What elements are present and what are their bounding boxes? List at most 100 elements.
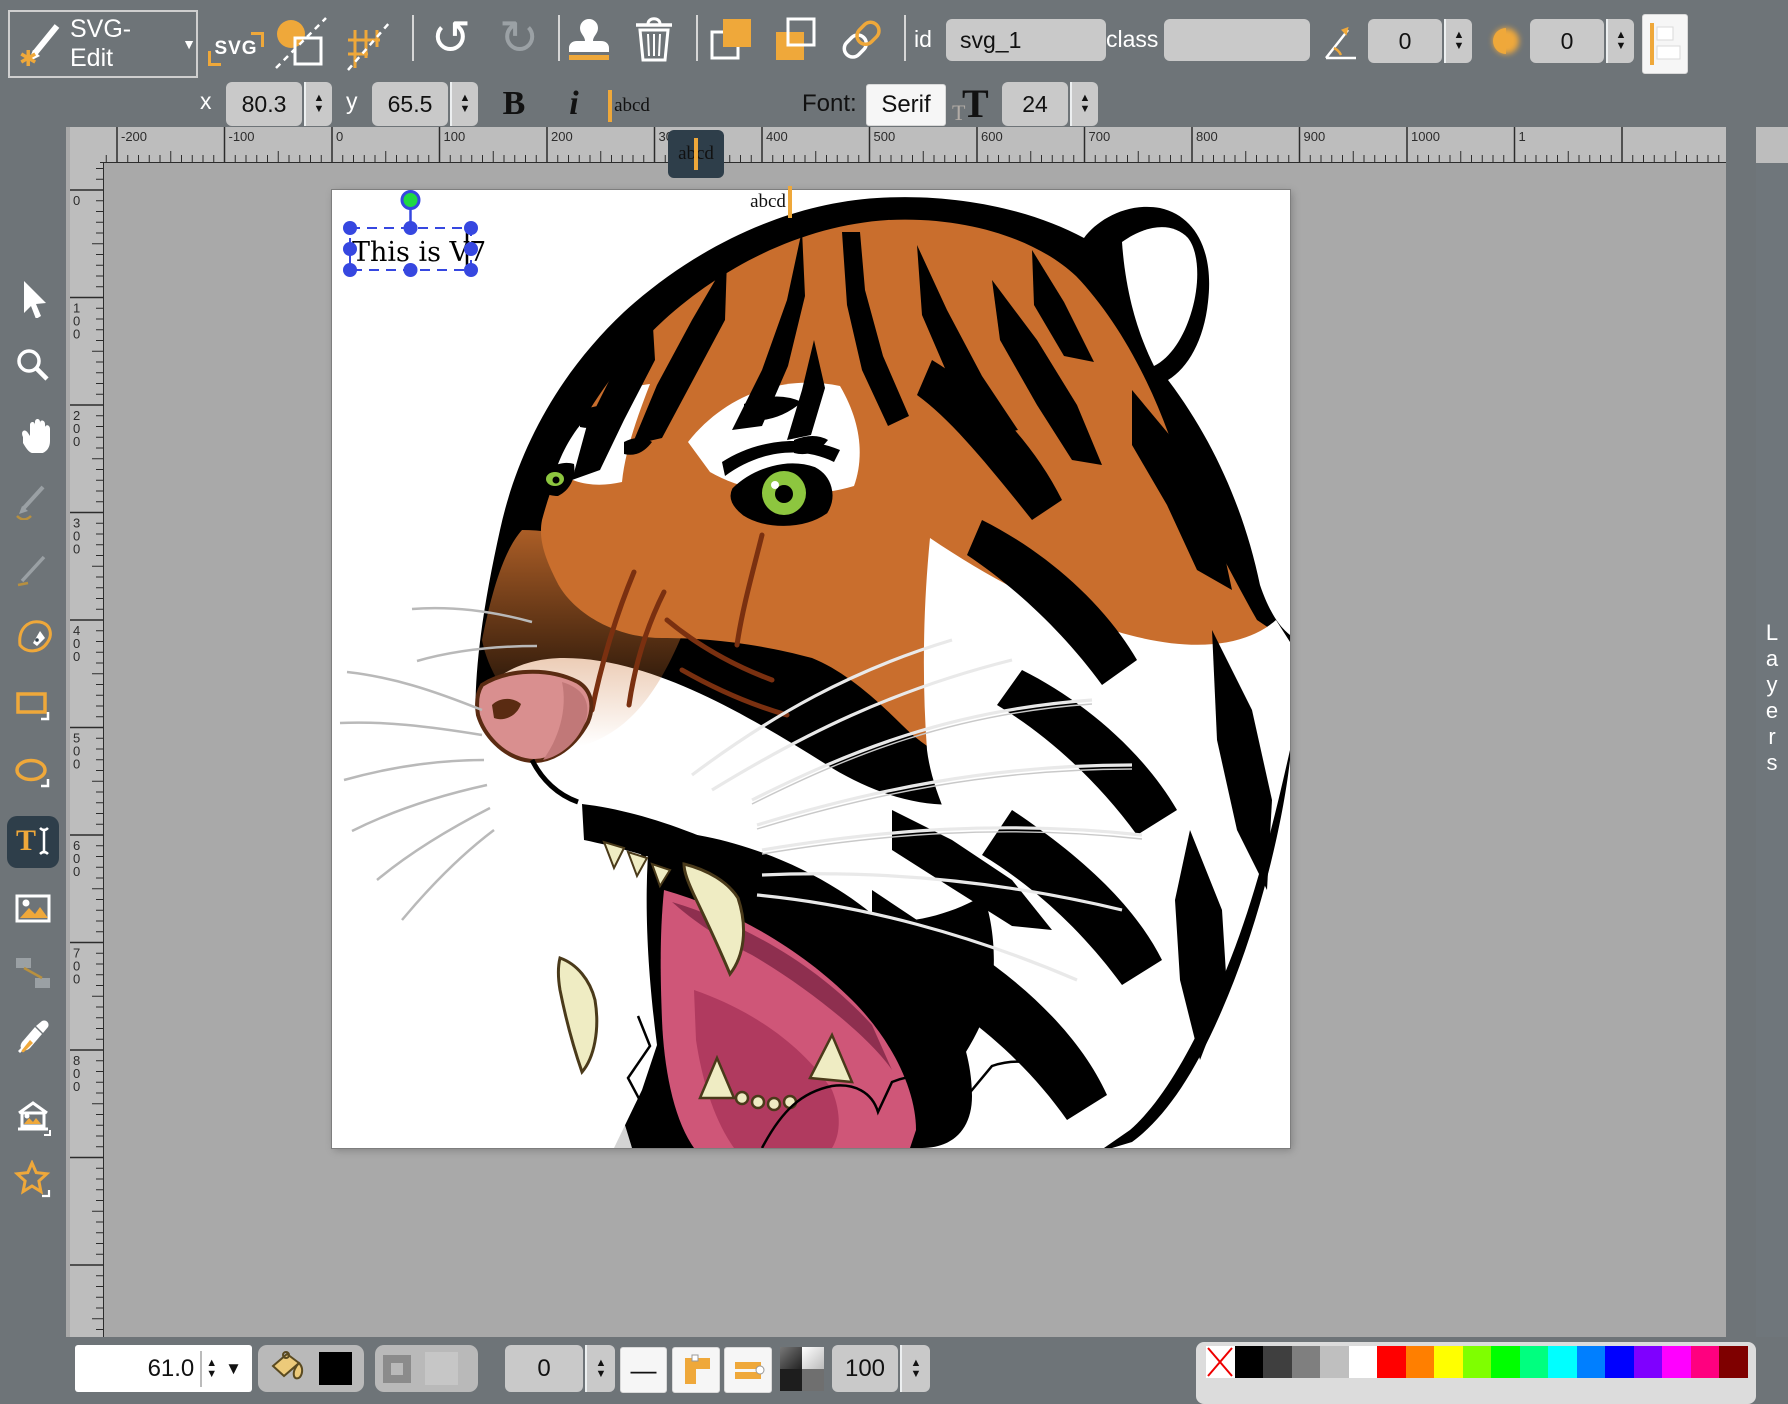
svg-source-button[interactable]: SVG bbox=[208, 30, 264, 68]
palette-swatch[interactable] bbox=[1263, 1346, 1292, 1378]
palette-swatch[interactable] bbox=[1577, 1346, 1606, 1378]
svg-text:0: 0 bbox=[73, 649, 80, 664]
bold-button[interactable]: B bbox=[492, 82, 536, 126]
svg-text:0: 0 bbox=[73, 757, 80, 772]
ruler-corner bbox=[70, 127, 100, 163]
redo-button[interactable]: ↻ bbox=[492, 8, 546, 68]
palette-swatch[interactable] bbox=[1520, 1346, 1549, 1378]
anchor-start-label: abcd bbox=[614, 95, 650, 117]
undo-button[interactable]: ↺ bbox=[424, 8, 478, 68]
clone-button[interactable] bbox=[563, 14, 615, 66]
stroke-style-button[interactable]: — bbox=[620, 1347, 667, 1393]
anchor-end-label: abcd bbox=[750, 191, 786, 213]
tool-zoom[interactable] bbox=[7, 340, 59, 392]
palette-swatch[interactable] bbox=[1605, 1346, 1634, 1378]
font-size-spinner[interactable]: ▲▼ bbox=[1070, 82, 1098, 126]
y-spinner[interactable]: ▲▼ bbox=[450, 82, 478, 126]
angle-input[interactable]: 0 bbox=[1368, 19, 1442, 63]
palette-swatch-none[interactable] bbox=[1206, 1346, 1235, 1378]
tool-image[interactable] bbox=[7, 884, 59, 936]
fill-color-widget[interactable] bbox=[258, 1345, 364, 1392]
zoom-dropdown-caret[interactable]: ▼ bbox=[221, 1359, 252, 1379]
font-size-input[interactable]: 24 bbox=[1002, 82, 1068, 126]
tool-select[interactable] bbox=[7, 272, 59, 324]
palette-swatch[interactable] bbox=[1349, 1346, 1378, 1378]
italic-label: i bbox=[569, 85, 578, 123]
y-input[interactable]: 65.5 bbox=[372, 82, 448, 126]
x-spinner[interactable]: ▲▼ bbox=[304, 82, 332, 126]
linejoin-button[interactable] bbox=[672, 1347, 720, 1393]
text-anchor-middle-button[interactable]: abcd bbox=[668, 130, 724, 178]
tool-eyedropper[interactable] bbox=[7, 1011, 59, 1063]
angle-spinner[interactable]: ▲▼ bbox=[1444, 19, 1472, 63]
id-input[interactable]: svg_1 bbox=[946, 19, 1106, 61]
palette-swatch[interactable] bbox=[1377, 1346, 1406, 1378]
tool-shape-library[interactable] bbox=[7, 1092, 59, 1144]
stroke-style-value: — bbox=[631, 1355, 657, 1386]
tool-star[interactable] bbox=[7, 1154, 59, 1206]
zoom-spinner[interactable]: ▲▼ bbox=[202, 1358, 221, 1380]
stroke-swatch[interactable] bbox=[425, 1352, 458, 1385]
palette-swatch[interactable] bbox=[1320, 1346, 1349, 1378]
blur-spinner[interactable]: ▲▼ bbox=[1606, 19, 1634, 63]
x-input[interactable]: 80.3 bbox=[226, 82, 302, 126]
text-anchor-end-button[interactable]: abcd bbox=[740, 178, 796, 226]
tool-ellipse[interactable] bbox=[7, 749, 59, 801]
anchor-bar-icon bbox=[788, 186, 792, 218]
opacity-spinner[interactable]: ▲▼ bbox=[900, 1345, 930, 1392]
link-button[interactable] bbox=[836, 14, 888, 66]
palette-swatch[interactable] bbox=[1719, 1346, 1748, 1378]
layers-tab[interactable]: Layers bbox=[1756, 620, 1788, 776]
palette-swatch[interactable] bbox=[1434, 1346, 1463, 1378]
palette-swatch[interactable] bbox=[1691, 1346, 1720, 1378]
main-menu-button[interactable]: ✱ SVG-Edit ▼ bbox=[8, 10, 198, 78]
drawing-canvas[interactable]: This is V7 bbox=[332, 190, 1290, 1148]
sidebar-corner bbox=[1756, 127, 1788, 163]
blur-input[interactable]: 0 bbox=[1530, 19, 1604, 63]
tool-rect[interactable] bbox=[7, 681, 59, 733]
toolbar-divider bbox=[696, 15, 698, 61]
wireframe-button[interactable] bbox=[272, 14, 330, 72]
move-back-button[interactable] bbox=[770, 14, 820, 64]
svg-text:0: 0 bbox=[73, 193, 80, 208]
delete-button[interactable] bbox=[628, 12, 680, 66]
palette-swatch[interactable] bbox=[1235, 1346, 1264, 1378]
svg-text:100: 100 bbox=[444, 129, 466, 144]
stroke-width-input[interactable]: 0 bbox=[505, 1345, 583, 1392]
angle-icon bbox=[1322, 20, 1362, 64]
tool-text[interactable]: T bbox=[7, 816, 59, 868]
svg-text:-100: -100 bbox=[229, 129, 255, 144]
tool-path[interactable] bbox=[7, 609, 59, 661]
text-anchor-start-button[interactable]: abcd bbox=[604, 82, 660, 130]
opacity-input[interactable]: 100 bbox=[832, 1345, 898, 1392]
svg-text:600: 600 bbox=[981, 129, 1003, 144]
grid-button[interactable] bbox=[340, 14, 398, 72]
bracket-left-icon bbox=[208, 51, 221, 66]
link-icon bbox=[836, 14, 888, 66]
italic-button[interactable]: i bbox=[556, 82, 592, 126]
align-button[interactable] bbox=[1642, 14, 1688, 74]
move-front-button[interactable] bbox=[706, 14, 756, 64]
linecap-button[interactable] bbox=[724, 1347, 772, 1393]
move-front-icon bbox=[706, 14, 756, 64]
class-input[interactable] bbox=[1164, 19, 1310, 61]
fill-swatch[interactable] bbox=[319, 1352, 352, 1385]
align-left-icon bbox=[1646, 19, 1684, 69]
palette-swatch[interactable] bbox=[1634, 1346, 1663, 1378]
rotate-handle[interactable] bbox=[402, 192, 419, 209]
palette-swatch[interactable] bbox=[1662, 1346, 1691, 1378]
stroke-color-widget[interactable] bbox=[375, 1345, 478, 1392]
linejoin-icon bbox=[678, 1352, 714, 1388]
font-family-button[interactable]: Serif bbox=[866, 84, 946, 126]
palette-swatch[interactable] bbox=[1491, 1346, 1520, 1378]
palette-swatch[interactable] bbox=[1292, 1346, 1321, 1378]
panel-splitter[interactable] bbox=[1726, 127, 1756, 1337]
svg-text:0: 0 bbox=[73, 972, 80, 987]
stroke-width-spinner[interactable]: ▲▼ bbox=[585, 1345, 615, 1392]
zoom-widget[interactable]: 61.0 ▲▼ ▼ bbox=[75, 1345, 252, 1392]
x-label: x bbox=[200, 88, 212, 115]
palette-swatch[interactable] bbox=[1406, 1346, 1435, 1378]
palette-swatch[interactable] bbox=[1548, 1346, 1577, 1378]
tool-pan[interactable] bbox=[7, 407, 59, 459]
palette-swatch[interactable] bbox=[1463, 1346, 1492, 1378]
